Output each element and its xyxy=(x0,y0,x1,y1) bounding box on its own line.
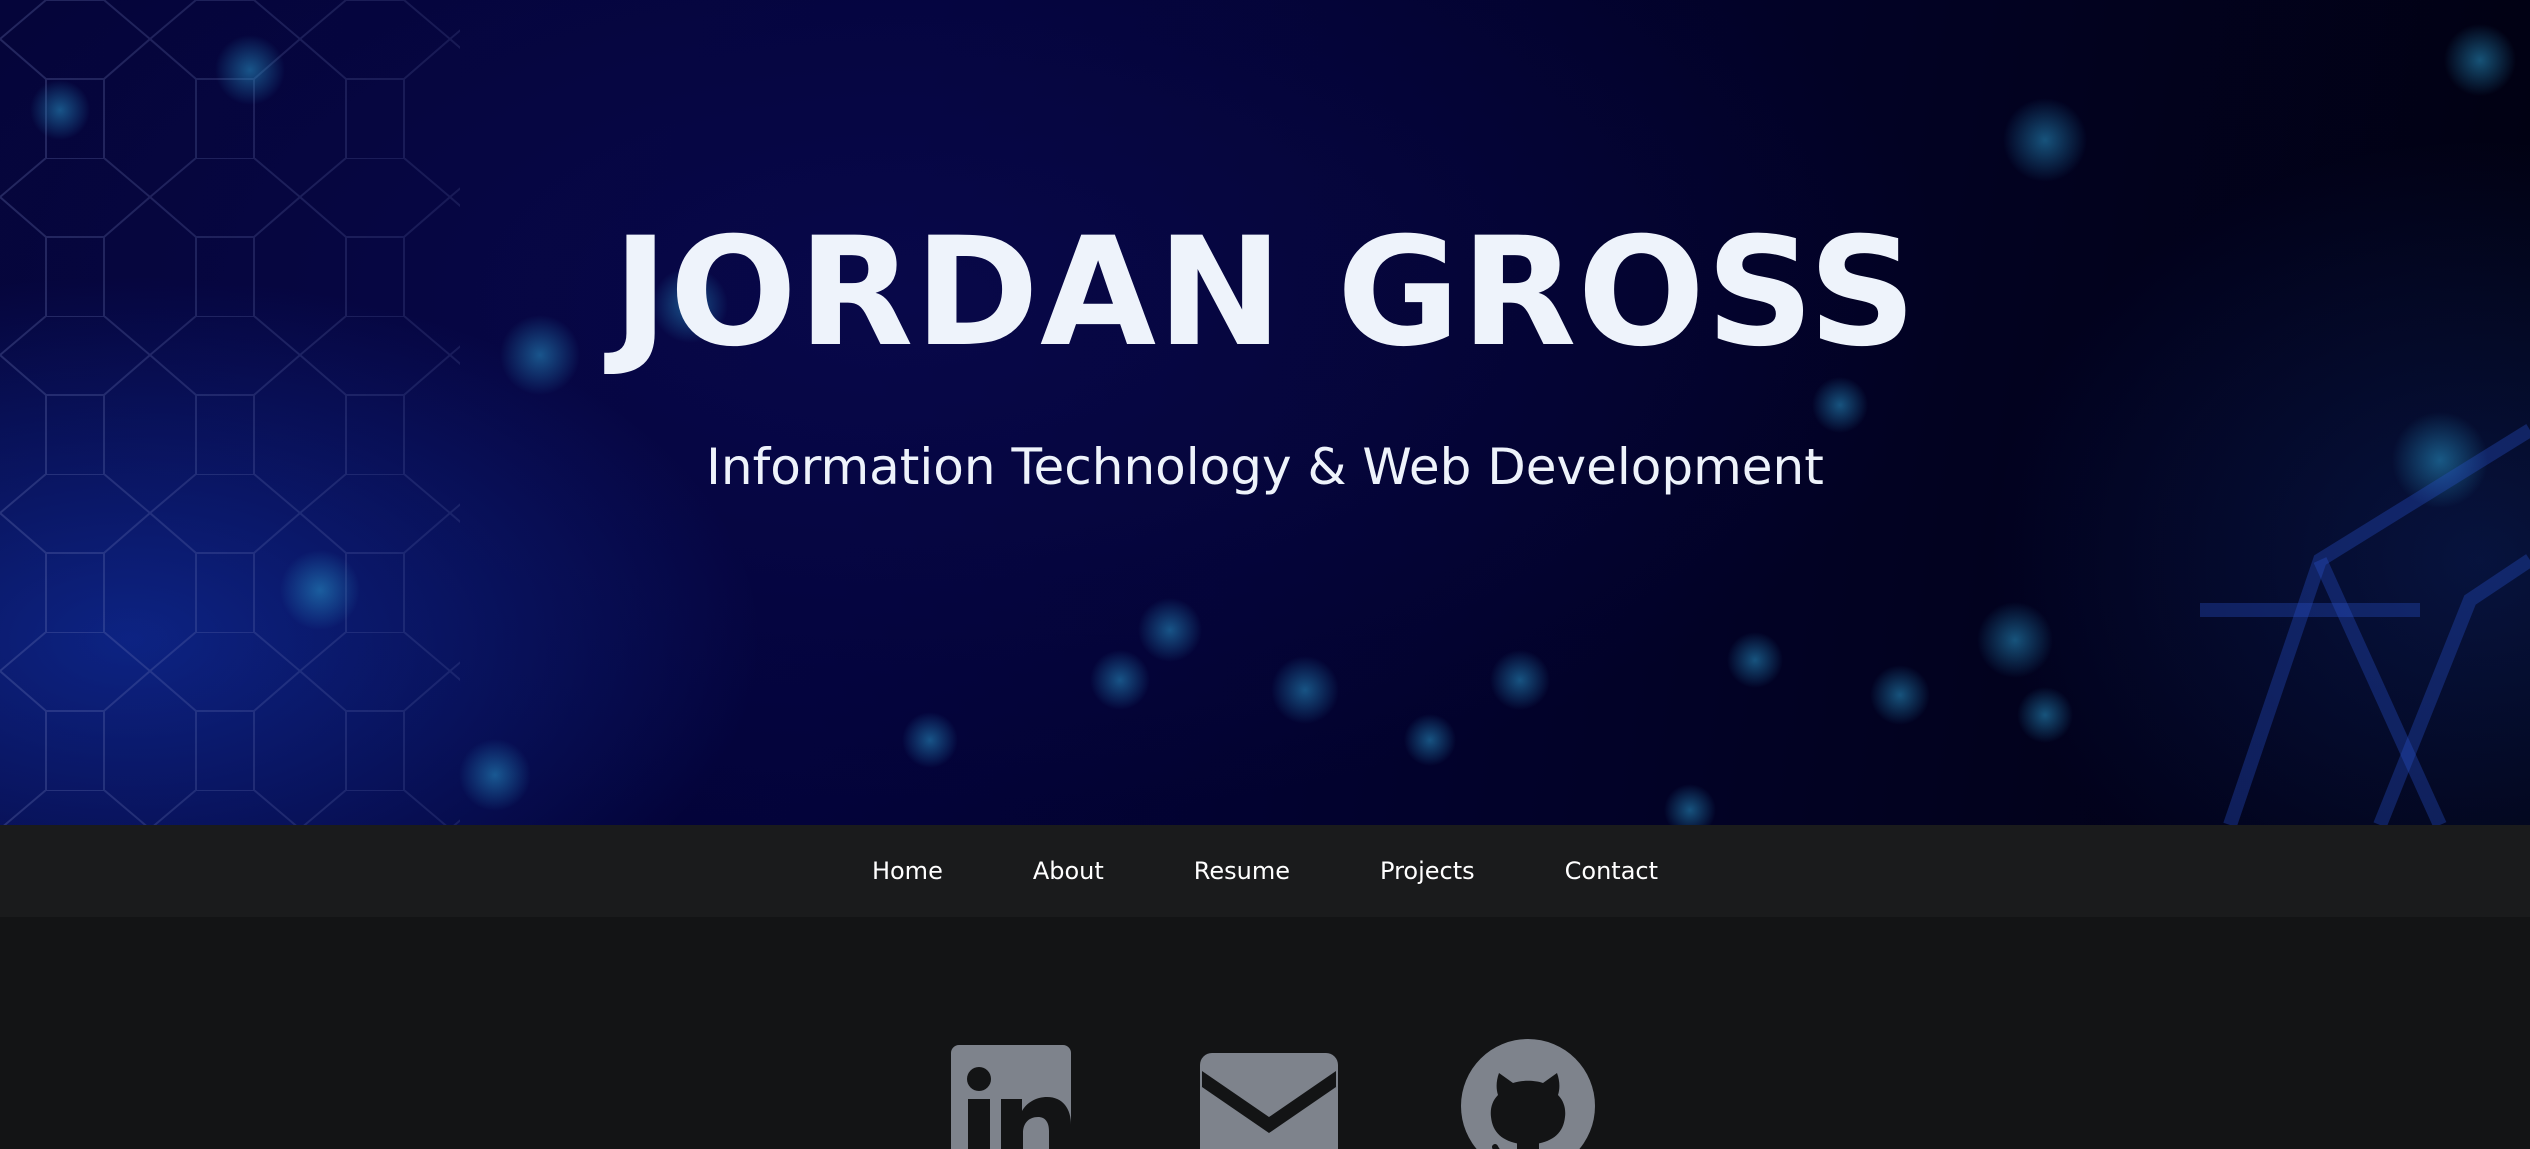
hero-title: JORDAN GROSS xyxy=(612,206,1918,380)
nav-link-projects[interactable]: Projects xyxy=(1380,857,1475,885)
linkedin-icon[interactable] xyxy=(951,1045,1071,1149)
nav-link-resume[interactable]: Resume xyxy=(1194,857,1290,885)
hero-banner: JORDAN GROSS Information Technology & We… xyxy=(0,0,2530,825)
email-icon[interactable] xyxy=(1200,1053,1338,1149)
hero-subtitle: Information Technology & Web Development xyxy=(706,438,1824,496)
github-icon[interactable] xyxy=(1461,1039,1595,1149)
nav-link-home[interactable]: Home xyxy=(872,857,943,885)
hexagon-background-pattern xyxy=(0,0,2530,825)
social-links xyxy=(0,917,2530,1149)
nav-link-about[interactable]: About xyxy=(1033,857,1104,885)
nav-link-contact[interactable]: Contact xyxy=(1565,857,1658,885)
main-navigation: Home About Resume Projects Contact xyxy=(0,825,2530,917)
